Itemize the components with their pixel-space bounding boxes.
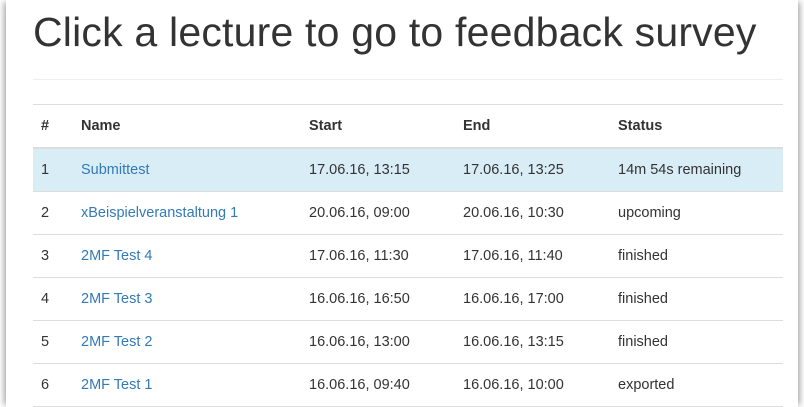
row-start: 20.06.16, 09:00	[301, 191, 455, 235]
page-title: Click a lecture to go to feedback survey	[33, 9, 757, 55]
row-status: finished	[610, 277, 783, 321]
table-row[interactable]: 5 2MF Test 2 16.06.16, 13:00 16.06.16, 1…	[33, 320, 783, 364]
table-row[interactable]: 6 2MF Test 1 16.06.16, 09:40 16.06.16, 1…	[33, 363, 783, 407]
page-frame: Click a lecture to go to feedback survey…	[6, 0, 798, 407]
table-row[interactable]: 2 xBeispielveranstaltung 1 20.06.16, 09:…	[33, 191, 783, 235]
table-row[interactable]: 4 2MF Test 3 16.06.16, 16:50 16.06.16, 1…	[33, 277, 783, 321]
lecture-link[interactable]: xBeispielveranstaltung 1	[81, 205, 238, 221]
row-index: 6	[33, 363, 73, 407]
row-start: 16.06.16, 13:00	[301, 320, 455, 364]
row-status: finished	[610, 320, 783, 364]
header-row: # Name Start End Status	[33, 104, 783, 149]
row-index: 3	[33, 234, 73, 278]
lecture-link[interactable]: 2MF Test 4	[81, 248, 152, 264]
row-name-cell: Submittest	[73, 148, 301, 192]
row-name-cell: xBeispielveranstaltung 1	[73, 191, 301, 235]
row-end: 16.06.16, 10:00	[455, 363, 610, 407]
row-end: 17.06.16, 13:25	[455, 148, 610, 192]
table-header: # Name Start End Status	[33, 104, 783, 149]
table-row[interactable]: 3 2MF Test 4 17.06.16, 11:30 17.06.16, 1…	[33, 234, 783, 278]
row-start: 16.06.16, 16:50	[301, 277, 455, 321]
row-start: 17.06.16, 11:30	[301, 234, 455, 278]
row-end: 20.06.16, 10:30	[455, 191, 610, 235]
header-index: #	[33, 104, 73, 149]
row-name-cell: 2MF Test 2	[73, 320, 301, 364]
row-index: 2	[33, 191, 73, 235]
title-divider	[33, 79, 783, 80]
row-start: 17.06.16, 13:15	[301, 148, 455, 192]
lecture-link[interactable]: 2MF Test 1	[81, 377, 152, 393]
lecture-link[interactable]: Submittest	[81, 162, 150, 178]
row-end: 16.06.16, 17:00	[455, 277, 610, 321]
row-status: 14m 54s remaining	[610, 148, 783, 192]
row-status: upcoming	[610, 191, 783, 235]
lecture-link[interactable]: 2MF Test 2	[81, 334, 152, 350]
row-name-cell: 2MF Test 1	[73, 363, 301, 407]
header-start: Start	[301, 104, 455, 149]
table-body: 1 Submittest 17.06.16, 13:15 17.06.16, 1…	[33, 148, 783, 407]
row-status: exported	[610, 363, 783, 407]
header-name: Name	[73, 104, 301, 149]
row-index: 1	[33, 148, 73, 192]
lecture-link[interactable]: 2MF Test 3	[81, 291, 152, 307]
row-end: 16.06.16, 13:15	[455, 320, 610, 364]
header-status: Status	[610, 104, 783, 149]
row-end: 17.06.16, 11:40	[455, 234, 610, 278]
row-name-cell: 2MF Test 3	[73, 277, 301, 321]
row-index: 4	[33, 277, 73, 321]
row-name-cell: 2MF Test 4	[73, 234, 301, 278]
header-end: End	[455, 104, 610, 149]
lectures-table: # Name Start End Status 1 Submittest 17.…	[33, 104, 783, 407]
row-start: 16.06.16, 09:40	[301, 363, 455, 407]
table-row[interactable]: 1 Submittest 17.06.16, 13:15 17.06.16, 1…	[33, 148, 783, 192]
row-index: 5	[33, 320, 73, 364]
row-status: finished	[610, 234, 783, 278]
